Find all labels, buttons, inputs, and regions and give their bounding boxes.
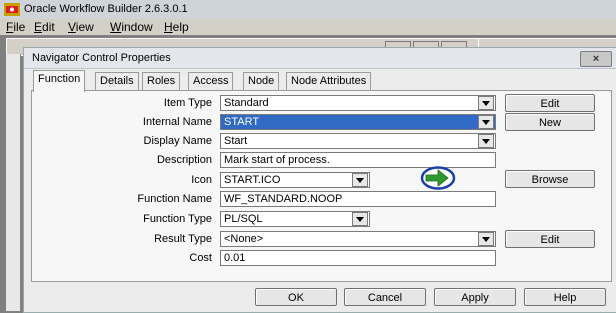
dialog-title: Navigator Control Properties — [32, 52, 171, 64]
item-type-select[interactable]: Standard — [220, 95, 496, 111]
tab-node[interactable]: Node — [243, 72, 280, 91]
menubar: File Edit View Window Help — [0, 19, 616, 35]
menu-edit[interactable]: Edit — [34, 20, 55, 34]
app-titlebar: Oracle Workflow Builder 2.6.3.0.1 — [0, 0, 616, 20]
app-logo-icon — [4, 3, 20, 16]
item-type-label: Item Type — [163, 97, 212, 109]
menu-help[interactable]: Help — [164, 20, 189, 34]
internal-name-select[interactable]: START — [220, 114, 496, 130]
result-type-label: Result Type — [154, 233, 212, 245]
item-type-edit-button[interactable]: Edit — [505, 94, 595, 112]
new-button[interactable]: New — [505, 113, 595, 131]
internal-name-chevron-down-icon[interactable] — [478, 115, 494, 129]
help-button[interactable]: Help — [524, 288, 606, 306]
internal-name-label: Internal Name — [142, 116, 212, 128]
icon-select[interactable]: START.ICO — [220, 172, 370, 188]
menu-view[interactable]: View — [68, 20, 94, 34]
tab-function[interactable]: Function — [33, 70, 86, 92]
dialog-titlebar: Navigator Control Properties × — [24, 48, 616, 69]
cost-input[interactable]: 0.01 — [220, 250, 496, 266]
function-name-input[interactable]: WF_STANDARD.NOOP — [220, 191, 496, 207]
tab-access[interactable]: Access — [188, 72, 234, 91]
icon-label: Icon — [191, 174, 212, 186]
app-title: Oracle Workflow Builder 2.6.3.0.1 — [24, 3, 188, 15]
display-name-select[interactable]: Start — [220, 133, 496, 149]
function-type-select[interactable]: PL/SQL — [220, 211, 370, 227]
tab-roles[interactable]: Roles — [142, 72, 181, 91]
result-type-edit-button[interactable]: Edit — [505, 230, 595, 248]
icon-chevron-down-icon[interactable] — [352, 173, 368, 187]
function-tab-panel: Item Type Standard Edit Internal Name ST… — [31, 90, 612, 282]
function-type-label: Function Type — [143, 213, 212, 225]
cost-label: Cost — [189, 252, 212, 264]
apply-button[interactable]: Apply — [434, 288, 516, 306]
background-tree-panel — [6, 54, 21, 311]
menu-window[interactable]: Window — [110, 20, 153, 34]
display-name-label: Display Name — [143, 135, 212, 147]
display-name-chevron-down-icon[interactable] — [478, 134, 494, 148]
cancel-button[interactable]: Cancel — [344, 288, 426, 306]
function-type-chevron-down-icon[interactable] — [352, 212, 368, 226]
navigator-control-properties-dialog: Navigator Control Properties × Function … — [23, 47, 616, 313]
tab-details[interactable]: Details — [95, 72, 139, 91]
tab-node-attributes[interactable]: Node Attributes — [286, 72, 372, 91]
result-type-select[interactable]: <None> — [220, 231, 496, 247]
result-type-chevron-down-icon[interactable] — [478, 232, 494, 246]
browse-button[interactable]: Browse — [505, 170, 595, 188]
dialog-close-button[interactable]: × — [580, 51, 612, 67]
function-name-label: Function Name — [137, 193, 212, 205]
ok-button[interactable]: OK — [255, 288, 337, 306]
start-arrow-icon — [420, 166, 456, 190]
description-label: Description — [156, 154, 212, 166]
item-type-chevron-down-icon[interactable] — [478, 96, 494, 110]
menu-file[interactable]: File — [6, 20, 25, 34]
